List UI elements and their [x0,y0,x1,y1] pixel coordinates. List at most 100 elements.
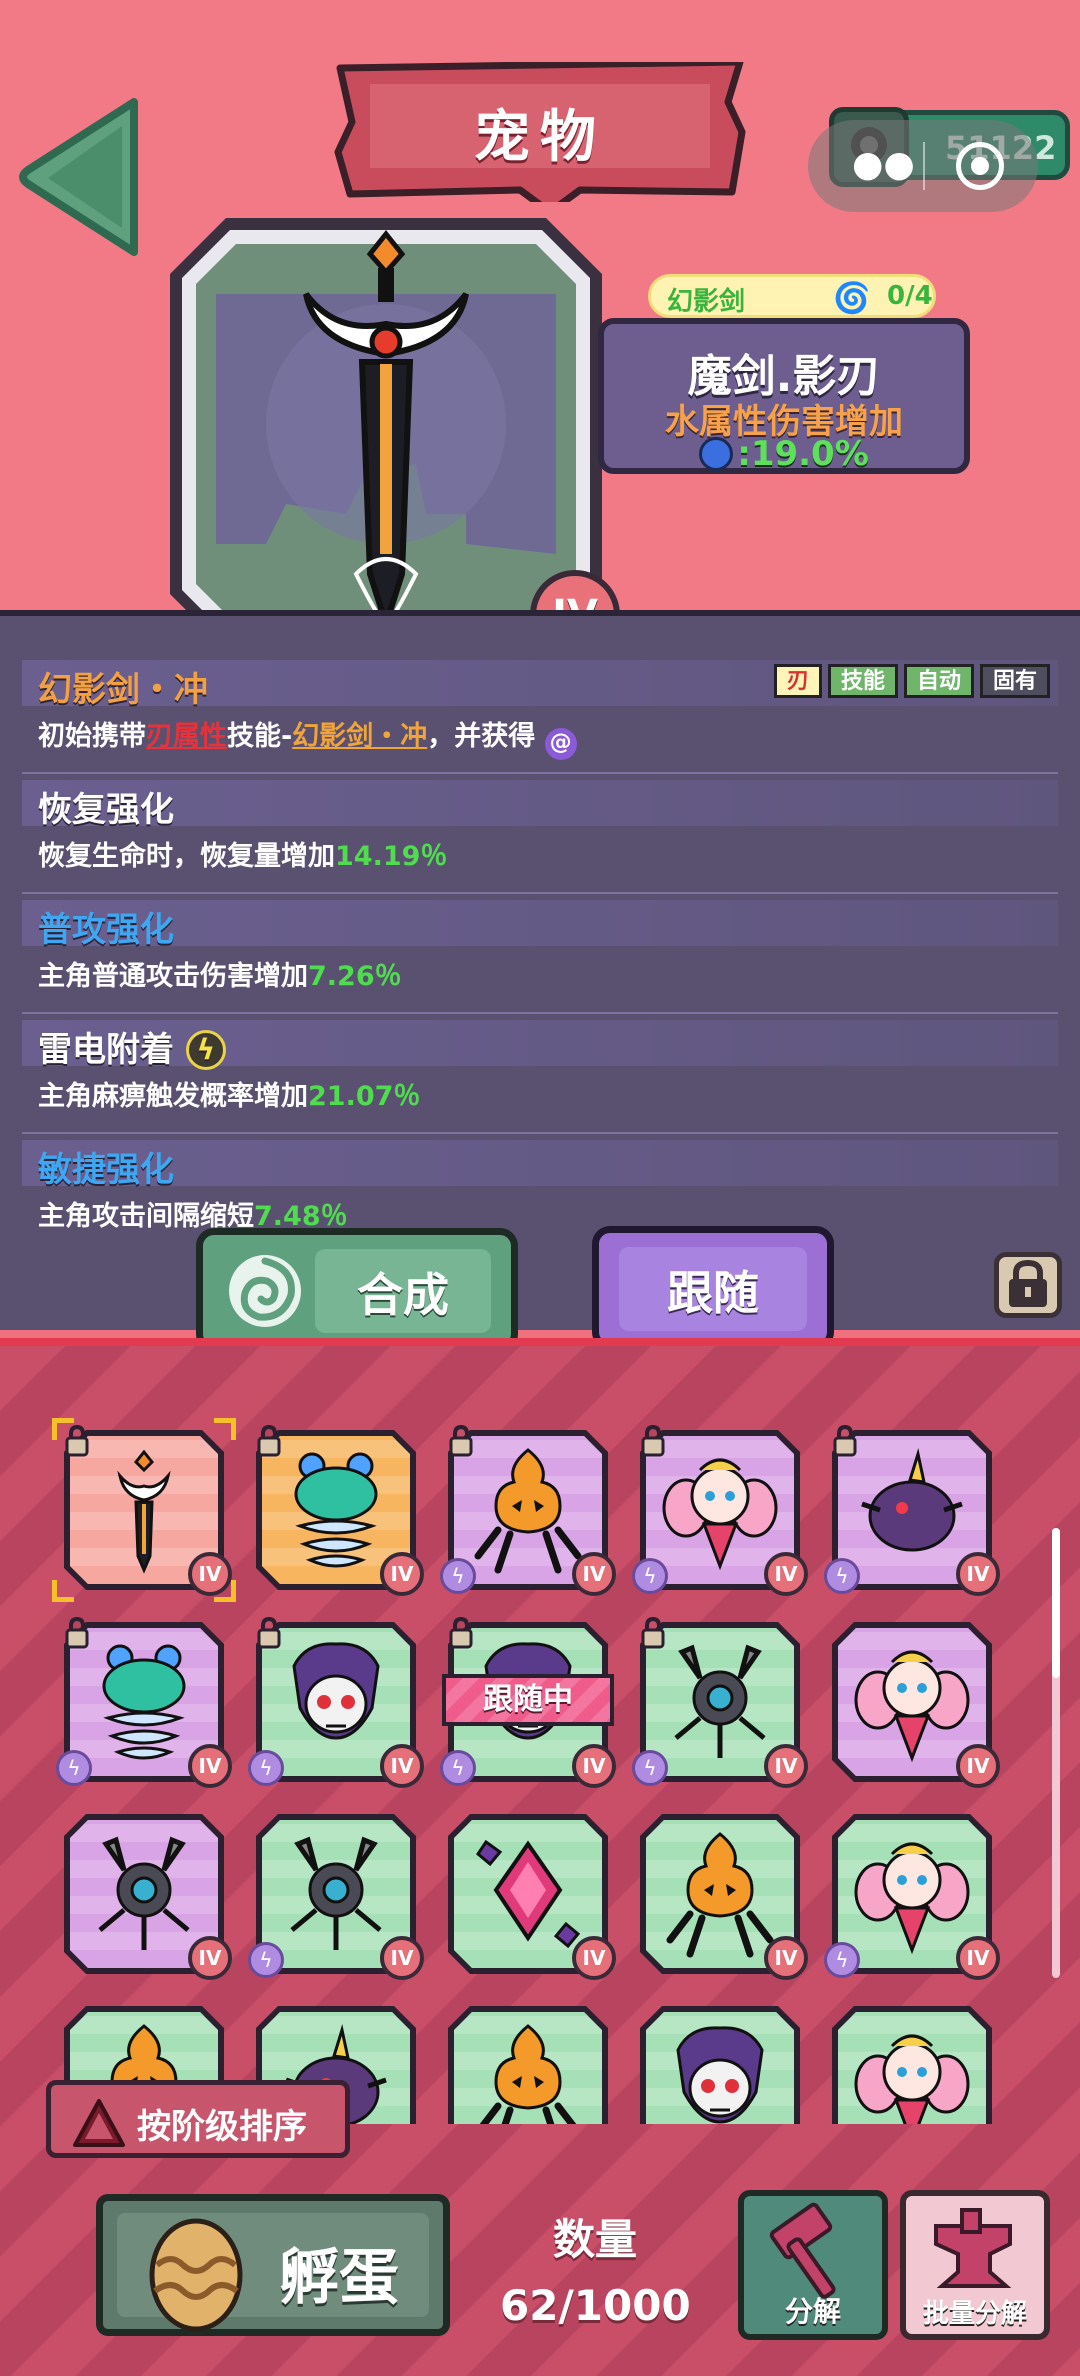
batch-decompose-button[interactable]: 批量分解 [900,2190,1050,2340]
skull-pet-sprite [292,1642,380,1740]
back-arrow-icon[interactable] [14,92,144,262]
skill-row-1: 幻影剑・冲 刃 技能 自动 固有 初始携带刃属性技能-幻影剑・冲，并获得 @ [22,660,1058,774]
collection-name: 幻影剑 [667,287,746,317]
pet-slot[interactable]: IV [64,1814,232,1980]
sort-by-tier-button[interactable]: 按阶级排序 [46,2080,350,2158]
anvil-icon [934,2208,1012,2288]
desc-text: 主角麻痹触发概率增加 [38,1081,308,1112]
triangle-icon [73,2099,125,2147]
pet-bonus-value-row: :19.0% [604,434,964,474]
lock-icon [641,1616,665,1649]
tier-badge: IV [764,1936,808,1980]
more-dots-icon[interactable]: ●● [852,147,915,183]
rune-icon: ϟ [248,1750,284,1786]
rune-icon: ϟ [632,1750,668,1786]
tier-badge: IV [764,1744,808,1788]
gem-pet-sprite [476,1839,581,1949]
follow-button[interactable]: 跟随 [592,1226,834,1350]
skill-description: 主角麻痹触发概率增加21.07％ [38,1074,420,1113]
tier-badge: IV [380,1936,424,1980]
lock-button[interactable] [994,1252,1062,1318]
desc-text: 初始携带 [38,721,146,752]
pet-slot[interactable]: IV ϟ [248,1616,424,1788]
sort-label: 按阶级排序 [137,2107,307,2147]
selection-corner [52,1418,74,1440]
pet-slot[interactable]: IV ϟ [632,1616,808,1788]
spiral-icon: @ [544,728,577,760]
selection-corner [52,1580,74,1602]
hatch-label: 孵蛋 [279,2243,399,2313]
selection-corner [214,1418,236,1440]
skill-title-bar [22,900,1058,946]
pet-slot[interactable]: 跟随中 IV ϟ [440,1616,616,1788]
spring-pet-sprite [102,1644,186,1760]
skill-row-5: 敏捷强化 主角攻击间隔缩短7.48％ [22,1140,1058,1250]
lock-icon [449,1424,473,1457]
scrollbar-thumb[interactable] [1052,1528,1060,1678]
following-badge: 跟随中 [442,1674,614,1726]
pet-slot[interactable]: IV [448,1814,616,1980]
desc-text: 恢复生命时，恢复量增加 [38,841,335,872]
rune-icon: ϟ [632,1558,668,1594]
batch-decompose-label: 批量分解 [922,2299,1027,2329]
skill-value: 21.07％ [308,1081,421,1112]
skill-title-bar [22,780,1058,826]
tier-badge: IV [380,1744,424,1788]
pet-info-card: 魔剑.影刃 水属性伤害增加 :19.0% [598,318,970,474]
target-close-icon[interactable] [956,142,1004,190]
inventory-scrollbar[interactable] [1052,1528,1060,1978]
pet-slot[interactable]: IV ϟ [632,1424,808,1596]
follow-label: 跟随 [667,1266,759,1320]
pet-slot[interactable]: IV [640,2006,800,2124]
pumpkin-pet-sprite [474,1448,582,1574]
fairy-pet-sprite [854,2034,970,2124]
decompose-label: 分解 [784,2295,841,2328]
tier-badge: IV [188,1744,232,1788]
pet-slot[interactable]: IV ϟ [824,1424,1000,1596]
pet-slot[interactable]: IV [832,2006,992,2124]
desc-text: ，并获得 [427,721,536,752]
pet-slot[interactable]: IV ϟ [248,1814,424,1980]
pet-slot[interactable]: IV [448,2006,608,2124]
lock-icon [833,1424,857,1457]
tag-innate: 固有 [979,664,1050,698]
skill-row-3: 普攻强化 主角普通攻击伤害增加7.26％ [22,900,1058,1014]
skill-value: 7.26％ [308,961,402,992]
blob-pet-sprite [861,1448,963,1552]
lock-icon [257,1616,281,1649]
mini-program-capsule[interactable]: ●● [808,120,1038,212]
decompose-button[interactable]: 分解 [738,2190,888,2340]
tag-blade: 刃 [773,664,822,698]
pumpkin-pet-sprite [479,2024,577,2124]
spiral-icon [229,1255,301,1327]
pet-slot[interactable]: IV ϟ [440,1424,616,1596]
pet-slot[interactable]: IV ϟ [56,1616,232,1788]
tier-badge: IV [572,1744,616,1788]
skill-name-row: 雷电附着 ϟ [38,1022,226,1071]
desc-element-link[interactable]: 刃属性 [146,721,227,752]
pet-slot[interactable]: IV [52,1418,236,1602]
collection-progress: 0/4 [887,281,933,311]
drone-pet-sprite [290,1836,382,1950]
pet-slot[interactable]: IV [640,1814,808,1980]
pet-slot[interactable]: IV ϟ [824,1814,1000,1980]
divider [22,892,1058,894]
pet-slot[interactable]: IV [256,1424,424,1596]
compose-button[interactable]: 合成 [196,1228,518,1352]
egg-icon [149,2218,243,2332]
skill-row-2: 恢复强化 恢复生命时，恢复量增加14.19％ [22,780,1058,894]
skill-panel: 幻影剑・冲 刃 技能 自动 固有 初始携带刃属性技能-幻影剑・冲，并获得 @ 恢… [0,610,1080,1330]
pet-slot[interactable]: IV [832,1622,1000,1788]
fairy-pet-sprite [854,1650,970,1763]
hatch-egg-button[interactable]: 孵蛋 [96,2194,450,2336]
collection-tag[interactable]: 幻影剑 🌀 0/4 [648,274,936,318]
desc-skill-link[interactable]: 幻影剑・冲 [292,721,427,752]
rune-icon: ϟ [824,1558,860,1594]
title-banner: 宠物 [330,58,750,216]
skill-name: 普攻强化 [38,910,174,950]
rune-icon: ϟ [824,1942,860,1978]
inventory-grid[interactable]: IV IV IV ϟ IV ϟ IV ϟ IV ϟ IV ϟ 跟随中 IV ϟ IV ϟ IV IV IV ϟ IV IV I… [0,1346,1080,2124]
lock-icon [65,1616,89,1649]
spring-pet-sprite [294,1452,378,1568]
tier-badge: IV [956,1744,1000,1788]
